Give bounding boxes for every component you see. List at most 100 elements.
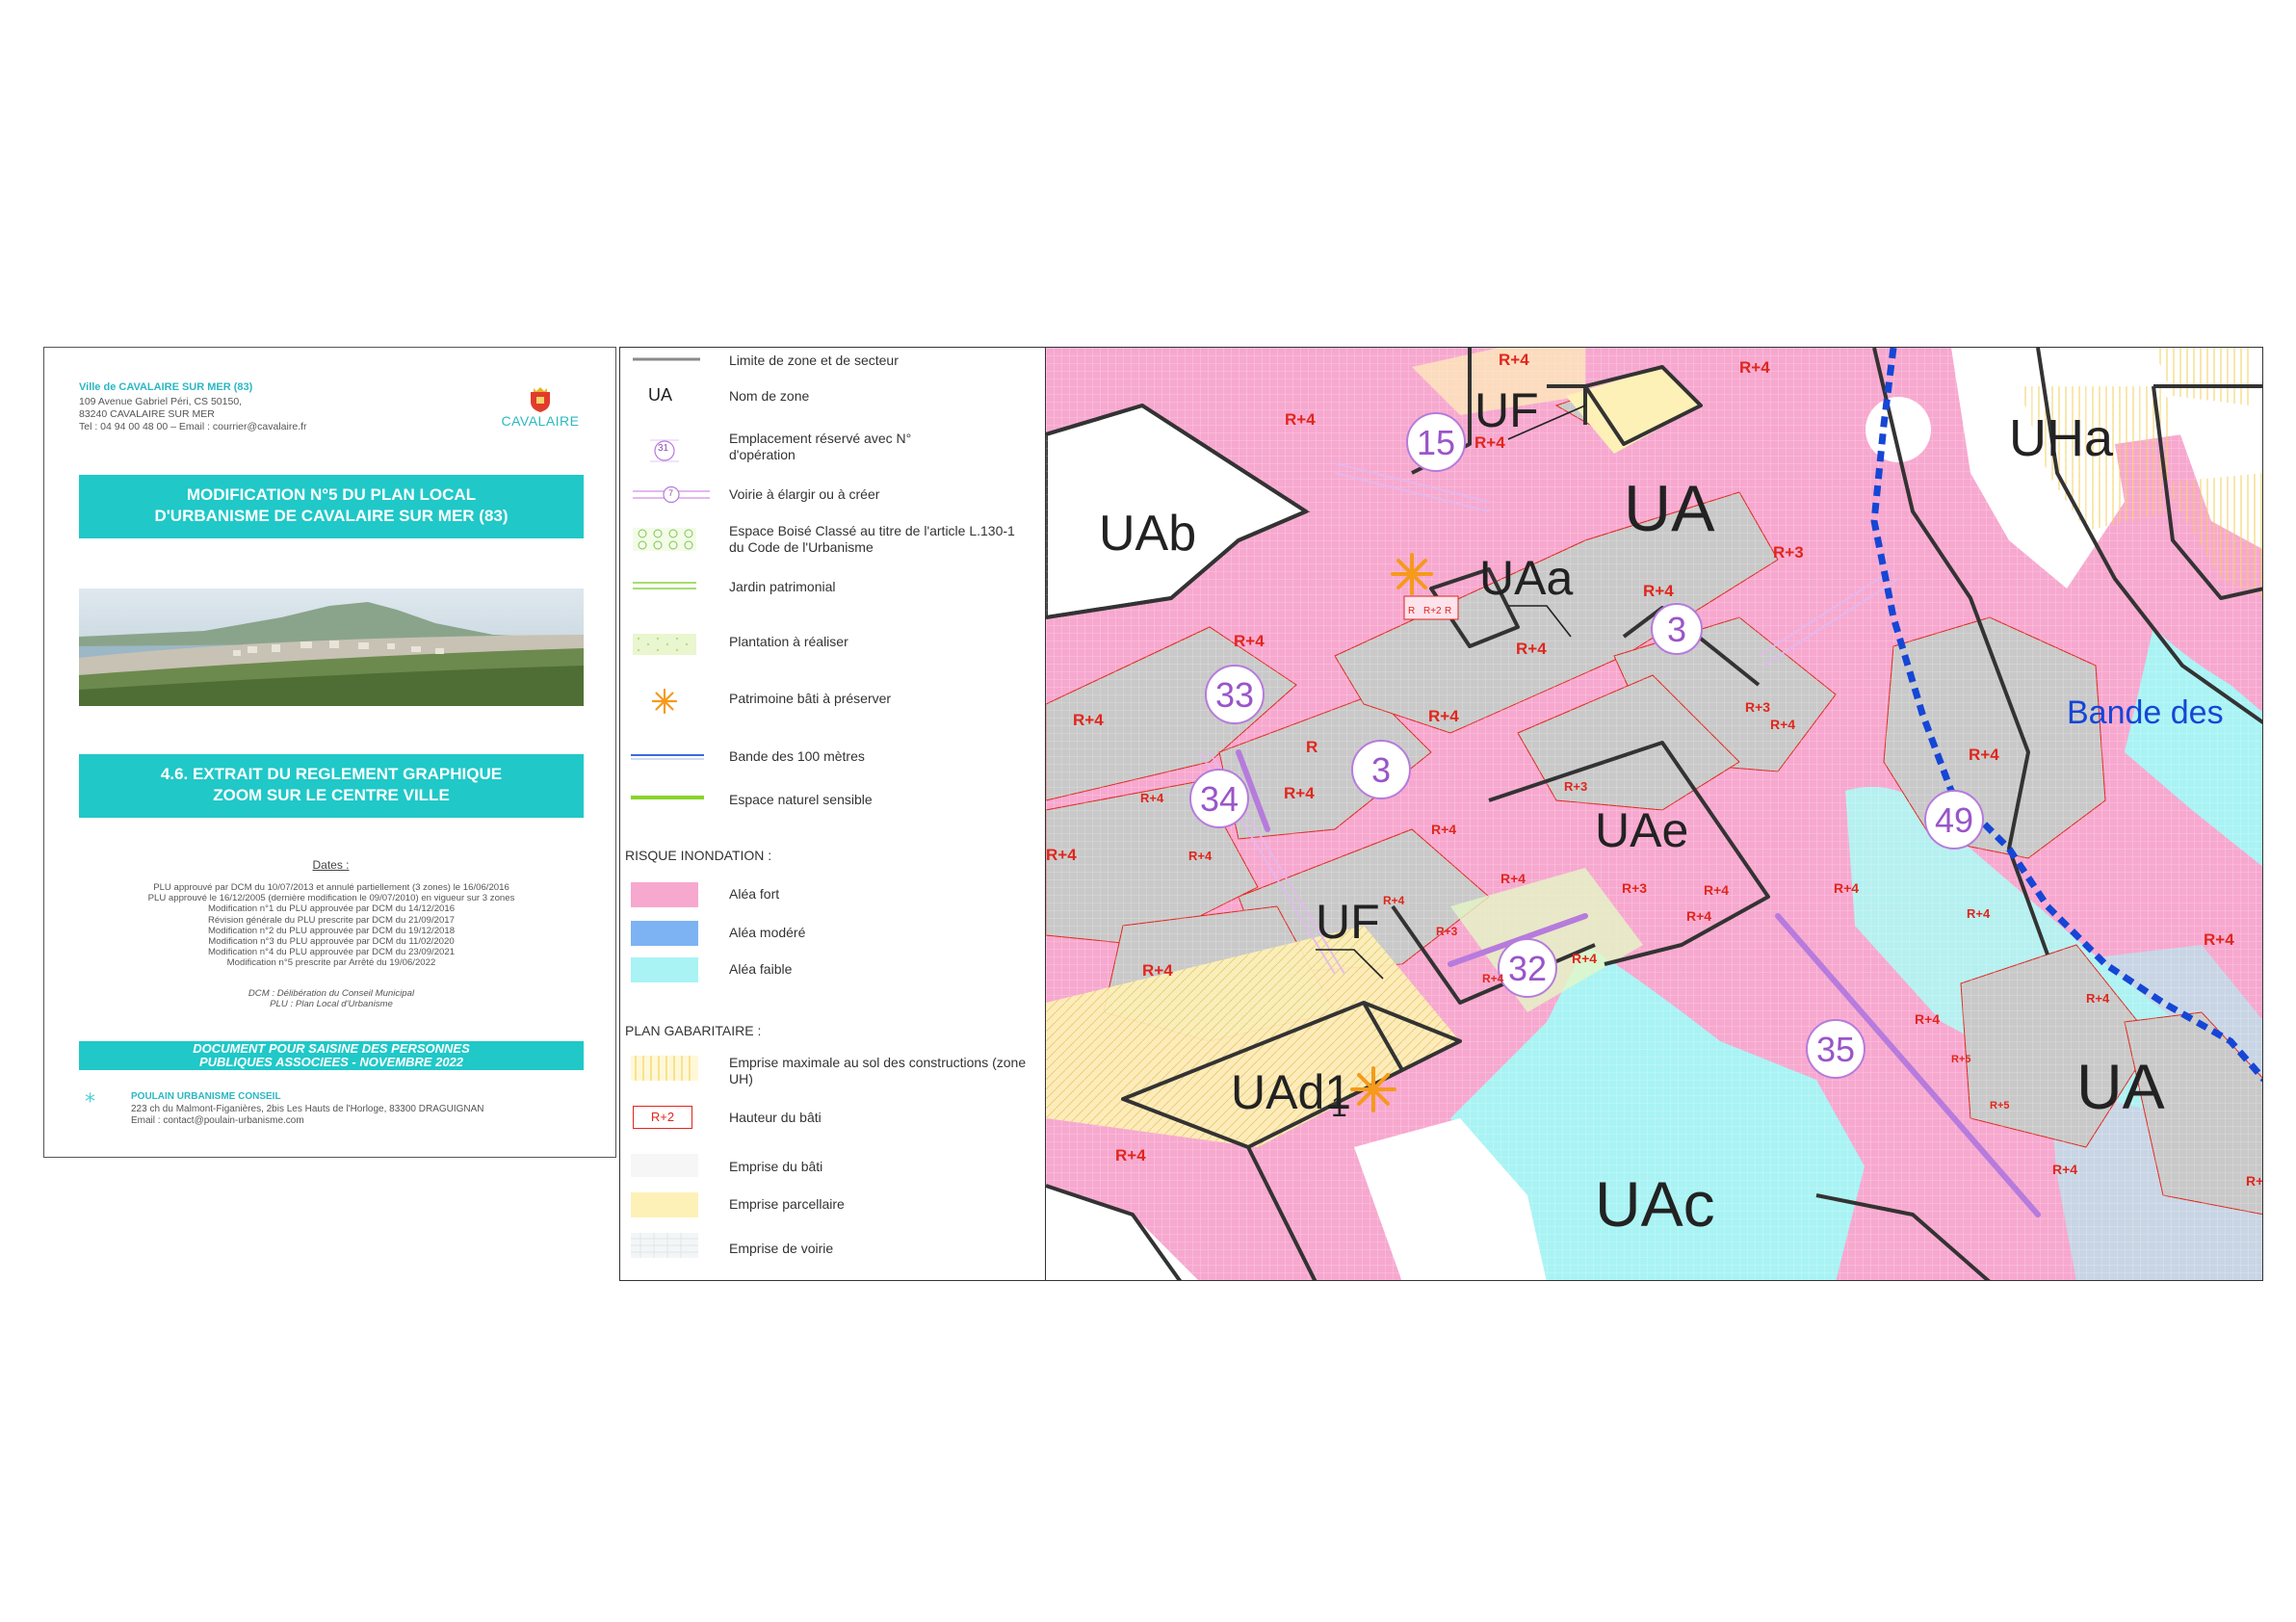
- legend-label: Emprise parcellaire: [729, 1196, 845, 1212]
- height-label: R+4: [1284, 784, 1315, 802]
- height-label: R+4: [2052, 1162, 2077, 1177]
- zoning-map-canvas: UF UHa UA UAb UAa UAe UF UAd1 1 UAc UA B…: [1046, 348, 2263, 1280]
- reserved-number: 33: [1215, 675, 1254, 715]
- date-entry: Modification n°2 du PLU approuvée par DC…: [207, 925, 456, 936]
- legend-label: Emprise du bâti: [729, 1159, 823, 1174]
- reserved-number: 32: [1508, 949, 1547, 988]
- heritage-asterisk-icon: [1350, 1066, 1396, 1112]
- subtitle-line: ZOOM SUR LE CENTRE VILLE: [213, 786, 450, 804]
- date-entry: Modification n°5 prescrite par Arrêté du…: [226, 957, 436, 969]
- height-label: R+4: [1967, 906, 1991, 921]
- height-label: R+4: [1073, 711, 1104, 729]
- legend-label: Hauteur du bâti: [729, 1110, 822, 1125]
- flood-moderate-swatch: [631, 921, 698, 946]
- legend-label: Voirie à élargir ou à créer: [729, 486, 880, 502]
- reserved-number: 35: [1816, 1030, 1855, 1069]
- height-label: R+4: [1188, 849, 1213, 863]
- town-photo: [79, 589, 584, 706]
- height-label: R+4: [1383, 894, 1405, 907]
- contact-line: Tel : 04 94 00 48 00 – Email : courrier@…: [79, 421, 307, 432]
- reserved-number: 3: [1667, 610, 1686, 649]
- flood-high-swatch: [631, 882, 698, 907]
- height-label: R+4: [1142, 961, 1173, 980]
- height-plan-title: PLAN GABARITAIRE :: [625, 1023, 762, 1038]
- height-label: R+4: [1770, 717, 1795, 732]
- title-line: MODIFICATION N°5 DU PLAN LOCAL: [186, 485, 477, 504]
- legend-label: Aléa faible: [729, 961, 793, 977]
- legend-label: Bande des 100 mètres: [729, 748, 865, 764]
- height-label: R+4: [1572, 951, 1597, 966]
- address-line: 109 Avenue Gabriel Péri, CS 50150,: [79, 396, 243, 407]
- height-label: R+4: [1046, 846, 1077, 864]
- zoning-map[interactable]: UF UHa UA UAb UAa UAe UF UAd1 1 UAc UA B…: [1045, 347, 2263, 1281]
- address-line: 83240 CAVALAIRE SUR MER: [79, 408, 215, 420]
- height-label: R+4: [1234, 632, 1265, 650]
- height-label: R+4: [2246, 1173, 2263, 1189]
- height-label: R+4: [1140, 791, 1164, 805]
- height-label: R+4: [1500, 871, 1526, 886]
- date-entry: Modification n°4 du PLU approuvée par DC…: [207, 947, 456, 958]
- date-entry: PLU approuvé le 16/12/2005 (dernière mod…: [147, 893, 515, 904]
- height-label-small: R: [1408, 606, 1415, 616]
- legend-label: Aléa modéré: [729, 925, 806, 940]
- height-label: R+4: [2086, 991, 2110, 1006]
- document-status: DOCUMENT POUR SAISINE DES PERSONNES PUBL…: [79, 1041, 584, 1070]
- heritage-building-asterisk-icon: [651, 688, 678, 715]
- zone-limit-symbol: [633, 357, 700, 361]
- abbreviation: DCM : Délibération du Conseil Municipal: [248, 988, 415, 999]
- dates-list: PLU approuvé par DCM du 10/07/2013 et an…: [79, 882, 584, 969]
- zone-label: UF: [1474, 383, 1539, 437]
- subtitle-line: 4.6. EXTRAIT DU REGLEMENT GRAPHIQUE: [160, 765, 503, 783]
- town-logo: CAVALAIRE: [497, 386, 584, 444]
- consultant-email: Email : contact@poulain-urbanisme.com: [131, 1115, 304, 1126]
- height-label: R+4: [1428, 707, 1459, 725]
- flood-risk-title: RISQUE INONDATION :: [625, 848, 772, 863]
- zone-label-subscript: 1: [1331, 1091, 1347, 1123]
- flood-low-swatch: [631, 957, 698, 982]
- svg-text:*: *: [85, 1090, 95, 1114]
- title-block: Ville de CAVALAIRE SUR MER (83) 109 Aven…: [43, 347, 616, 1158]
- consultant-address: 223 ch du Malmont-Figanières, 2bis Les H…: [131, 1104, 484, 1114]
- height-label: R+4: [1739, 358, 1770, 377]
- date-entry: Modification n°1 du PLU approuvée par DC…: [207, 903, 456, 915]
- reserved-number: 49: [1935, 800, 1973, 840]
- reserved-number: 15: [1417, 423, 1455, 462]
- legend-label: Jardin patrimonial: [729, 579, 836, 594]
- zone-label: UA: [1624, 472, 1715, 545]
- height-label: R+4: [1285, 410, 1316, 429]
- height-label: R: [1306, 738, 1318, 756]
- status-line: DOCUMENT POUR SAISINE DES PERSONNES: [193, 1041, 470, 1056]
- reserved-number: 3: [1371, 750, 1391, 790]
- height-label: R+3: [1564, 779, 1587, 794]
- crest-icon: [531, 387, 550, 412]
- height-label: R+5: [1951, 1054, 1971, 1065]
- document-subtitle: 4.6. EXTRAIT DU REGLEMENT GRAPHIQUE ZOOM…: [79, 754, 584, 818]
- height-label: R+4: [1431, 822, 1456, 837]
- height-label: R+4: [1516, 640, 1547, 658]
- planting-symbol: [633, 634, 696, 655]
- height-label: R+4: [1834, 880, 1859, 896]
- zone-label: UAe: [1595, 803, 1688, 857]
- zone-label: UA: [2076, 1051, 2165, 1122]
- height-label: R+4: [1499, 351, 1529, 369]
- organisation-name: Ville de CAVALAIRE SUR MER (83): [79, 381, 253, 393]
- height-label: R+4: [1474, 433, 1505, 452]
- height-label: R+4: [1915, 1011, 1940, 1027]
- legend-label: Patrimoine bâti à préserver: [729, 691, 892, 706]
- height-label: R+4: [1643, 582, 1674, 600]
- status-line: PUBLIQUES ASSOCIEES - NOVEMBRE 2022: [198, 1055, 464, 1069]
- zone-label: UAc: [1595, 1168, 1715, 1240]
- heritage-garden-symbol: [633, 582, 696, 589]
- consultant-name: POULAIN URBANISME CONSEIL: [131, 1091, 281, 1102]
- legend-label: Plantation à réaliser: [729, 634, 848, 649]
- date-entry: Modification n°3 du PLU approuvée par DC…: [208, 936, 455, 948]
- date-entry: PLU approuvé par DCM du 10/07/2013 et an…: [153, 882, 509, 893]
- heritage-asterisk-icon: [1391, 553, 1433, 595]
- zone-label: UF: [1316, 895, 1380, 949]
- max-footprint-symbol: [631, 1056, 698, 1081]
- road-widening-symbol: [633, 485, 710, 504]
- legend-label: Limite de zone et de secteur: [729, 353, 899, 368]
- map-legend: UA 31 7 Limite de zone et de secteur Nom…: [621, 347, 1045, 1281]
- height-label: R+4: [1704, 882, 1729, 898]
- road-widening-number: 7: [668, 488, 674, 498]
